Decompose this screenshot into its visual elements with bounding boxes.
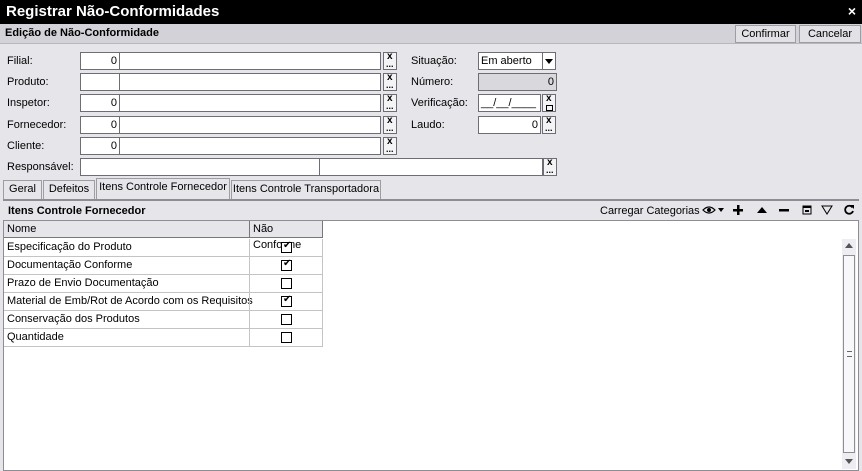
ellipsis-icon: ... [386, 80, 394, 90]
verificacao-label: Verificação: [411, 97, 468, 109]
situacao-select[interactable]: Em aberto [478, 52, 543, 70]
ellipsis-icon: ... [386, 101, 394, 111]
plus-icon[interactable] [732, 204, 744, 219]
inspetor-code-field[interactable]: 0 [80, 94, 120, 112]
ellipsis-icon: ... [386, 59, 394, 69]
window-titlebar: Registrar Não-Conformidades × [0, 0, 862, 24]
row-name: Conservação dos Produtos [7, 313, 140, 325]
nao-conforme-checkbox[interactable] [281, 332, 292, 343]
situacao-label: Situação: [411, 55, 457, 67]
inspetor-name-field[interactable] [119, 94, 381, 112]
produto-code-field[interactable] [80, 73, 120, 91]
table-row[interactable]: Material de Emb/Rot de Acordo com os Req… [4, 293, 323, 311]
produto-name-field[interactable] [119, 73, 381, 91]
cliente-name-field[interactable] [119, 137, 381, 155]
checkmark-icon: ✔ [283, 294, 292, 305]
content-header: Itens Controle Fornecedor Carregar Categ… [3, 199, 859, 220]
cliente-label: Cliente: [7, 140, 45, 152]
checkmark-icon: ✔ [283, 240, 292, 251]
produto-lookup-button[interactable]: x ... [383, 72, 397, 91]
fornecedor-code-field[interactable]: 0 [80, 116, 120, 134]
nao-conforme-checkbox[interactable]: ✔ [281, 294, 292, 307]
up-icon[interactable] [756, 204, 768, 219]
load-categories-button[interactable]: Carregar Categorias [600, 205, 700, 217]
clear-icon: x [546, 93, 552, 104]
responsavel-lookup-button[interactable]: x ... [543, 157, 557, 176]
items-grid: Nome Não Conforme Especificação do Produ… [3, 220, 859, 471]
filial-label: Filial: [7, 55, 33, 67]
column-header-nao-conforme[interactable]: Não Conforme [250, 221, 323, 251]
table-row[interactable]: Especificação do Produto ✔ [4, 239, 323, 257]
cancel-button[interactable]: Cancelar [799, 25, 861, 43]
column-header-nome[interactable]: Nome [4, 221, 250, 238]
nao-conforme-checkbox[interactable]: ✔ [281, 258, 292, 271]
content-title: Itens Controle Fornecedor [8, 205, 146, 217]
filial-name-field[interactable] [119, 52, 381, 70]
ellipsis-icon: ... [545, 123, 553, 133]
tab-defeitos[interactable]: Defeitos [43, 180, 95, 199]
laudo-field[interactable]: 0 [478, 116, 541, 134]
row-name: Especificação do Produto [7, 241, 132, 253]
section-title: Edição de Não-Conformidade [5, 27, 160, 39]
inspetor-lookup-button[interactable]: x ... [383, 93, 397, 112]
cliente-lookup-button[interactable]: x ... [383, 136, 397, 155]
scroll-up-icon[interactable] [842, 239, 856, 253]
table-row[interactable]: Quantidade [4, 329, 323, 347]
responsavel-label: Responsável: [7, 161, 74, 173]
confirm-button[interactable]: Confirmar [735, 25, 796, 43]
laudo-label: Laudo: [411, 119, 445, 131]
produto-label: Produto: [7, 76, 49, 88]
vertical-scrollbar[interactable] [842, 239, 856, 469]
main-panel: Edição de Não-Conformidade Confirmar Can… [0, 24, 862, 471]
section-header: Edição de Não-Conformidade Confirmar Can… [0, 24, 862, 44]
numero-field: 0 [478, 73, 557, 91]
refresh-icon[interactable] [843, 204, 855, 219]
eye-icon[interactable] [702, 204, 724, 219]
tab-geral[interactable]: Geral [3, 180, 42, 199]
checkmark-icon: ✔ [283, 258, 292, 269]
fornecedor-lookup-button[interactable]: x ... [383, 115, 397, 134]
window-icon[interactable] [801, 204, 813, 219]
row-name: Prazo de Envio Documentação [7, 277, 159, 289]
calendar-icon [546, 105, 553, 111]
window-title: Registrar Não-Conformidades [6, 3, 220, 20]
ellipsis-icon: ... [546, 165, 554, 175]
filter-icon[interactable] [821, 204, 833, 219]
table-row[interactable]: Prazo de Envio Documentação [4, 275, 323, 293]
scroll-down-icon[interactable] [842, 455, 856, 469]
tab-itens-controle-fornecedor[interactable]: Itens Controle Fornecedor [96, 178, 230, 199]
ellipsis-icon: ... [386, 123, 394, 133]
row-name: Material de Emb/Rot de Acordo com os Req… [7, 295, 253, 307]
laudo-lookup-button[interactable]: x ... [542, 115, 556, 134]
filial-code-field[interactable]: 0 [80, 52, 120, 70]
tab-itens-controle-transportadora[interactable]: Itens Controle Transportadora [231, 180, 381, 199]
chevron-down-icon[interactable] [542, 52, 556, 70]
filial-lookup-button[interactable]: x ... [383, 51, 397, 70]
cliente-code-field[interactable]: 0 [80, 137, 120, 155]
row-name: Documentação Conforme [7, 259, 133, 271]
nao-conforme-checkbox[interactable] [281, 278, 292, 289]
scroll-thumb[interactable] [843, 255, 855, 453]
table-row[interactable]: Conservação dos Produtos [4, 311, 323, 329]
inspetor-label: Inspetor: [7, 97, 50, 109]
verificacao-calendar-button[interactable]: x [542, 93, 556, 112]
responsavel-name-field[interactable] [319, 158, 543, 176]
numero-label: Número: [411, 76, 454, 88]
nao-conforme-checkbox[interactable]: ✔ [281, 240, 292, 253]
fornecedor-name-field[interactable] [119, 116, 381, 134]
nao-conforme-checkbox[interactable] [281, 314, 292, 325]
minus-icon[interactable] [778, 204, 790, 219]
close-icon[interactable]: × [848, 3, 856, 19]
row-name: Quantidade [7, 331, 64, 343]
responsavel-code-field[interactable] [80, 158, 320, 176]
table-row[interactable]: Documentação Conforme ✔ [4, 257, 323, 275]
fornecedor-label: Fornecedor: [7, 119, 67, 131]
ellipsis-icon: ... [386, 144, 394, 154]
verificacao-date-field[interactable]: __/__/____ [478, 94, 541, 112]
